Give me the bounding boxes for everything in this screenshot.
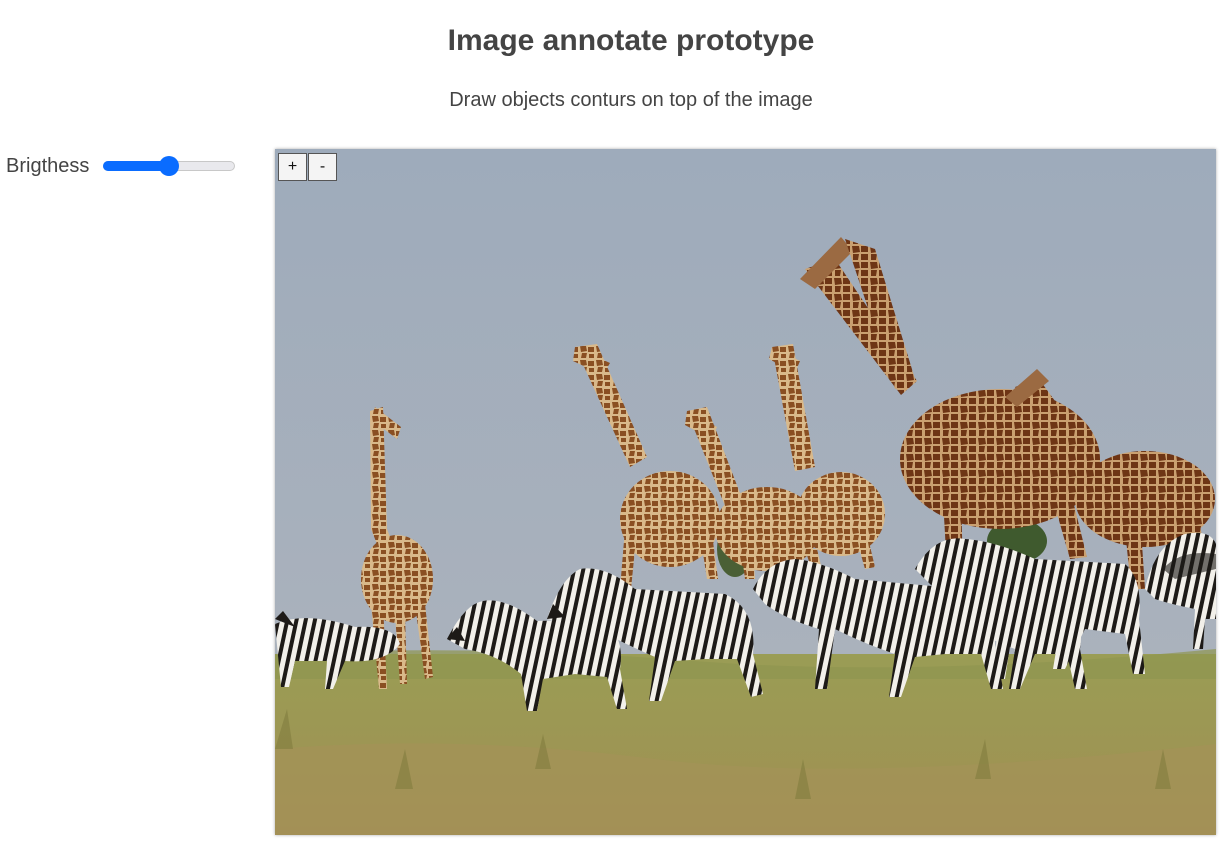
page: Image annotate prototype Draw objects co… — [0, 0, 1232, 842]
brightness-label: Brigthess — [6, 154, 90, 177]
page-title: Image annotate prototype — [447, 24, 815, 57]
brightness-slider[interactable] — [103, 154, 236, 178]
annotation-canvas[interactable]: + - — [275, 149, 1216, 835]
page-subtitle: Draw objects conturs on top of the image — [449, 89, 813, 111]
zoom-in-button[interactable]: + — [278, 153, 307, 181]
zoom-controls: + - — [278, 153, 338, 181]
zoom-out-button[interactable]: - — [308, 153, 337, 181]
controls-panel: Brigthess — [6, 154, 236, 178]
slider-thumb[interactable] — [159, 156, 180, 176]
savanna-photo — [275, 149, 1216, 835]
